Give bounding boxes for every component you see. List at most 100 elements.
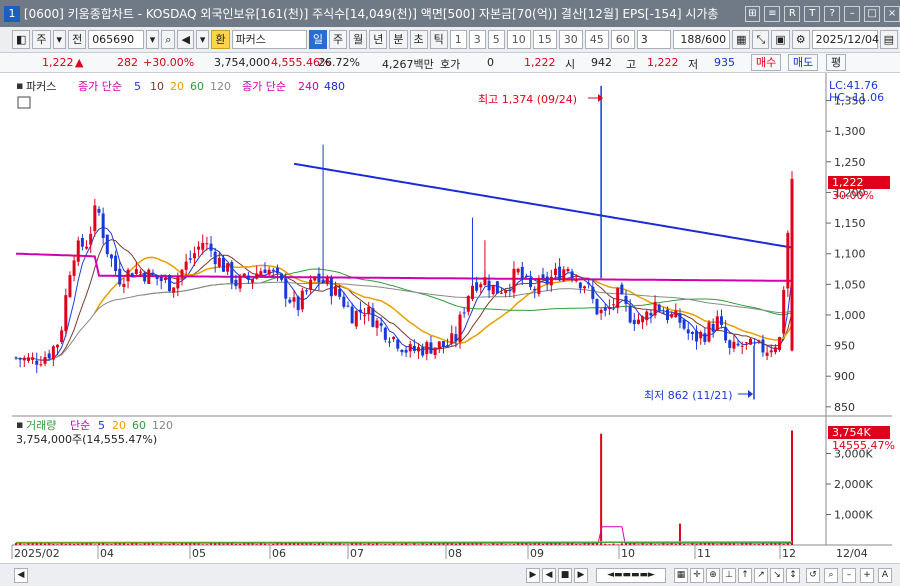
interest-button[interactable]: 환	[211, 30, 230, 49]
tab-day[interactable]: 일	[308, 30, 328, 49]
interval-3[interactable]: 3	[468, 30, 486, 49]
x-tick-label: 08	[448, 547, 462, 560]
candle-down	[400, 349, 404, 353]
tab-month[interactable]: 월	[349, 30, 368, 49]
interval-10[interactable]: 10	[506, 30, 531, 49]
code-dropdown-icon[interactable]: ▾	[145, 30, 160, 49]
r-button[interactable]: R	[784, 5, 801, 22]
candle-up	[583, 286, 587, 289]
candle-down	[342, 296, 346, 307]
candle-down	[475, 282, 479, 291]
candle-down	[18, 357, 22, 360]
save-icon[interactable]: ▣	[771, 30, 790, 49]
scroll-right-icon[interactable]: ▶	[526, 568, 540, 583]
calendar-icon[interactable]: ▤	[879, 30, 898, 49]
arrow-up-icon[interactable]: ↑	[738, 568, 752, 583]
candle-down	[558, 266, 562, 281]
candle-up	[512, 268, 516, 293]
help-button[interactable]: ?	[824, 5, 841, 22]
zoom-out-icon[interactable]: –	[842, 568, 856, 583]
legend-ma240: 240	[298, 80, 319, 93]
volume-bar	[392, 543, 395, 545]
table-toggle-icon[interactable]	[17, 96, 31, 109]
speaker-icon[interactable]: ◀	[177, 30, 194, 49]
candle-up	[51, 346, 55, 360]
stop-icon[interactable]: ■	[558, 568, 572, 583]
hc-value: HC:-11.06	[829, 91, 884, 104]
volume-bar	[695, 543, 698, 545]
tab-minute[interactable]: 분	[389, 30, 408, 49]
reload-icon[interactable]: ↺	[806, 568, 820, 583]
high-price: 1,222	[647, 56, 679, 69]
interval-15[interactable]: 15	[532, 30, 557, 49]
chart-scrollbar[interactable]: ◀ ▶ ◀ ■ ▶ ◄▬▬▬▬► ▦ ✛ ⊕ ⊥ ↑ ↗ ↘ ↕ ↺ ⌕ – +…	[0, 563, 900, 586]
volume-bar	[81, 543, 84, 545]
candle-up	[562, 269, 566, 281]
fast-forward-icon[interactable]: ▶	[574, 568, 588, 583]
scroll-left-icon[interactable]: ◀	[14, 568, 28, 583]
panel-toggle-icon[interactable]: ◧	[12, 30, 31, 49]
ruler-icon[interactable]: ⊥	[722, 568, 736, 583]
minimize-button[interactable]: –	[844, 5, 861, 22]
zoom-slider[interactable]: ◄▬▬▬▬►	[596, 568, 666, 583]
candle-up	[89, 233, 93, 245]
custom-interval-select[interactable]: 3	[636, 30, 671, 49]
x-tick-label: 12/04	[836, 547, 868, 560]
candle-up	[537, 277, 541, 294]
window-number: 1	[4, 5, 20, 22]
candle-up	[354, 310, 358, 327]
interval-60[interactable]: 60	[610, 30, 635, 49]
add-icon[interactable]: +	[860, 568, 874, 583]
interval-1[interactable]: 1	[449, 30, 467, 49]
speaker-dropdown-icon[interactable]: ▾	[195, 30, 210, 49]
interval-30[interactable]: 30	[558, 30, 583, 49]
candle-up	[163, 277, 167, 281]
maximize-button[interactable]: □	[864, 5, 881, 22]
volume-bar	[687, 544, 690, 545]
buy-button[interactable]: 매수	[751, 54, 782, 71]
tab-year[interactable]: 년	[369, 30, 388, 49]
crosshair-icon[interactable]: ✛	[690, 568, 704, 583]
hoga-price: 1,222	[524, 56, 556, 69]
interval-5[interactable]: 5	[487, 30, 505, 49]
sell-button[interactable]: 매도	[788, 54, 819, 71]
volume-bar	[575, 543, 578, 545]
menu-icon[interactable]: ≡	[764, 5, 781, 22]
tab-week[interactable]: 주	[329, 30, 348, 49]
data-count[interactable]: 188/600	[672, 30, 731, 49]
signal-icon[interactable]: ↘	[770, 568, 784, 583]
candle-down	[143, 272, 147, 282]
market-select[interactable]: 전	[68, 30, 87, 49]
price-chart[interactable]: 1,3501,3001,2501,2001,1501,1001,0501,000…	[0, 73, 900, 563]
volume-bar	[234, 543, 237, 545]
type-select[interactable]: 주	[32, 30, 51, 49]
interval-45[interactable]: 45	[584, 30, 609, 49]
draw-tool-icon[interactable]: ⤡	[752, 30, 770, 49]
settings-icon[interactable]: ⚙	[791, 30, 810, 49]
date-input[interactable]: 2025/12/04	[811, 30, 879, 49]
draw-line-icon[interactable]: ↗	[754, 568, 768, 583]
candle-up	[363, 315, 367, 317]
search-icon[interactable]: ⌕	[161, 30, 176, 49]
code-input[interactable]: 065690	[88, 30, 144, 49]
auto-scale-icon[interactable]: A	[878, 568, 892, 583]
layout-icon[interactable]: ⊞	[744, 5, 761, 22]
magnet-icon[interactable]: ⊕	[706, 568, 720, 583]
close-button[interactable]: ×	[884, 5, 900, 22]
vol-current-value: 3,754,000주(14,555.47%)	[16, 433, 157, 446]
average-button[interactable]: 평	[826, 54, 847, 71]
type-dropdown-icon[interactable]: ▾	[52, 30, 67, 49]
fast-back-icon[interactable]: ◀	[542, 568, 556, 583]
scale-icon[interactable]: ↕	[786, 568, 800, 583]
candle-down	[462, 312, 466, 314]
high-annotation: 최고 1,374 (09/24)	[478, 93, 577, 106]
grid-icon[interactable]: ▦	[674, 568, 688, 583]
zoom-in-icon[interactable]: ⌕	[824, 568, 838, 583]
candle-up	[491, 284, 495, 295]
t-button[interactable]: T	[804, 5, 821, 22]
volume-bar	[64, 543, 67, 545]
candle-down	[275, 267, 279, 274]
tab-second[interactable]: 초	[409, 30, 428, 49]
tab-tick[interactable]: 틱	[429, 30, 448, 49]
chart-tool-icon[interactable]: ▦	[732, 30, 751, 49]
